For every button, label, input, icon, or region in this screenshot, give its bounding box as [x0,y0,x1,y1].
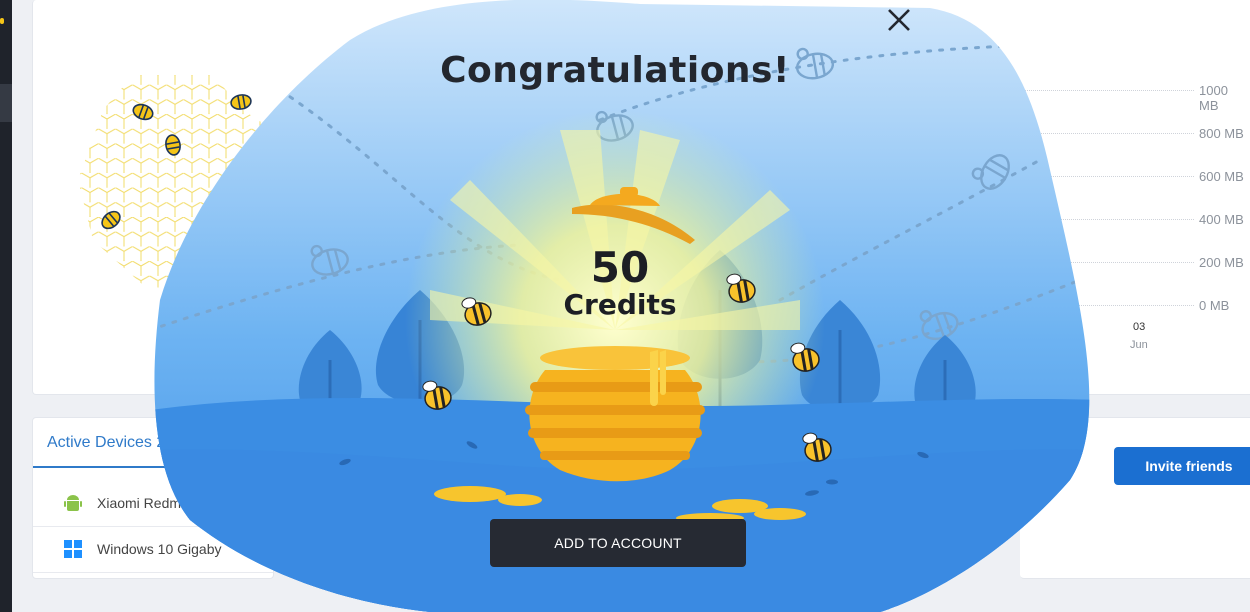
modal-title: Congratulations! [440,50,790,91]
credits-label: Credits [563,288,677,321]
credits-amount: 50 [590,243,650,292]
add-to-account-button[interactable]: ADD TO ACCOUNT [490,519,746,567]
close-icon[interactable] [884,5,914,35]
